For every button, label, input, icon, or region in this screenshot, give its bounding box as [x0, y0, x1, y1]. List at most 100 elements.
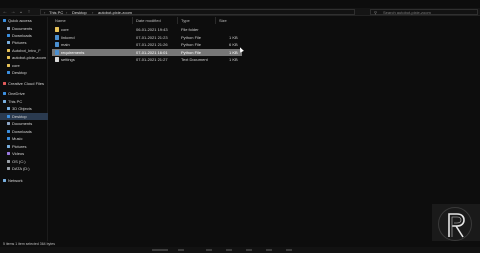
sidebar-item-label: Videos — [12, 151, 25, 156]
window-top-strip — [0, 0, 480, 8]
breadcrumb-current-folder[interactable]: autobot-pixie-zoom — [98, 10, 132, 15]
file-row[interactable]: main 07-01-2021 21:26 Python File 6 KB — [52, 41, 242, 48]
back-icon[interactable]: ← — [2, 9, 8, 15]
downloads-icon — [7, 34, 10, 37]
up-icon[interactable]: ↑ — [26, 9, 32, 15]
sidebar-item[interactable]: Pictures — [0, 143, 48, 150]
sidebar-item[interactable]: Desktop — [0, 69, 48, 76]
sidebar-item[interactable]: Quick access — [0, 17, 48, 24]
sidebar-item[interactable]: core — [0, 62, 48, 69]
file-type: Python File — [181, 49, 202, 55]
drive-icon — [7, 160, 10, 163]
cloud-icon — [3, 82, 6, 85]
file-type: Text Document — [181, 57, 208, 62]
file-date: 07-01-2021 21:26 — [136, 42, 168, 47]
file-date: 07-01-2021 21:27 — [136, 57, 168, 62]
taskbar-app[interactable] — [178, 249, 184, 251]
sidebar-item-label: Pictures — [12, 144, 27, 149]
sidebar-item[interactable]: 3D Objects — [0, 105, 48, 112]
recent-locations-icon[interactable]: ⌄ — [18, 9, 24, 15]
breadcrumb-desktop[interactable]: Desktop — [72, 10, 87, 15]
sidebar-item[interactable]: This PC — [0, 98, 48, 105]
sidebar-item[interactable]: Desktop — [0, 113, 48, 120]
file-type: Python File — [181, 34, 202, 40]
sidebar-item-label: Creative Cloud Files — [8, 81, 45, 86]
folder-icon — [7, 64, 10, 67]
sidebar-item[interactable]: Music — [0, 135, 48, 142]
taskbar-app[interactable] — [152, 249, 168, 251]
file-list: Name Date modified Type Size core 06-01-2… — [49, 17, 480, 241]
sidebar-item[interactable]: Documents — [0, 120, 48, 127]
sidebar-item-label: Documents — [12, 121, 33, 126]
sidebar-item[interactable]: Videos — [0, 150, 48, 157]
sidebar-item[interactable]: Downloads — [0, 128, 48, 135]
sidebar-item[interactable]: DATA (D:) — [0, 165, 48, 172]
address-bar: ← → ⌄ ↑ › This PC › Desktop › autobot-pi… — [0, 8, 480, 16]
sidebar-item[interactable]: Creative Cloud Files — [0, 80, 48, 87]
taskbar-app[interactable] — [266, 249, 272, 251]
column-header-size[interactable]: Size — [219, 17, 227, 24]
file-size: 1 KB — [229, 49, 238, 55]
column-header-date[interactable]: Date modified — [136, 17, 161, 24]
column-header-name[interactable]: Name — [55, 17, 66, 24]
onedrive-icon — [3, 92, 6, 95]
file-name: settings — [61, 57, 75, 62]
sidebar-item[interactable]: Network — [0, 177, 48, 184]
taskbar — [0, 247, 480, 253]
documents-icon — [7, 122, 10, 125]
breadcrumb[interactable]: › This PC › Desktop › autobot-pixie-zoom — [40, 9, 355, 15]
file-row[interactable]: core 06-01-2021 19:43 File folder — [52, 26, 242, 33]
search-box[interactable]: ⚲ Search autobot-pixie-zoom — [370, 9, 478, 15]
file-row[interactable]: requirements 07-01-2021 16:01 Python File 1… — [52, 48, 242, 56]
taskbar-app[interactable] — [286, 249, 292, 251]
file-name: main — [61, 42, 70, 47]
forward-icon[interactable]: → — [10, 9, 16, 15]
column-divider[interactable] — [132, 17, 133, 24]
sidebar-item-label: OneDrive — [8, 91, 25, 96]
music-icon — [7, 137, 10, 140]
videos-icon — [7, 152, 10, 155]
python-file-icon — [55, 34, 59, 40]
sidebar-item[interactable]: OneDrive — [0, 90, 48, 97]
file-row[interactable]: settings 07-01-2021 21:27 Text Document 1 K… — [52, 56, 242, 63]
sidebar-item[interactable]: autobot-pixie-zoom — [0, 54, 48, 61]
folder-icon — [7, 71, 10, 74]
taskbar-app[interactable] — [206, 249, 212, 251]
file-size: 1 KB — [229, 34, 238, 40]
sidebar-item[interactable]: Documents — [0, 25, 48, 32]
text-file-icon — [55, 57, 59, 62]
file-date: 06-01-2021 19:43 — [136, 27, 168, 32]
taskbar-app[interactable] — [246, 249, 252, 251]
computer-icon — [3, 100, 6, 103]
navigation-pane: Quick access Documents Downloads Pictures Au… — [0, 17, 48, 241]
drive-icon — [7, 167, 10, 170]
sidebar-item[interactable]: Autobot_Intro_F — [0, 47, 48, 54]
sidebar-item[interactable]: Downloads — [0, 32, 48, 39]
chevron-right-icon: › — [44, 10, 46, 15]
star-icon — [3, 19, 6, 22]
column-header-type[interactable]: Type — [181, 17, 190, 24]
file-name: linkcmd — [61, 34, 75, 40]
network-icon — [3, 179, 6, 182]
taskbar-app[interactable] — [226, 249, 232, 251]
sidebar-item-label: Desktop — [12, 70, 27, 75]
sidebar-item-label: Autobot_Intro_F — [12, 48, 41, 53]
file-date: 07-01-2021 16:01 — [136, 49, 168, 55]
search-placeholder: Search autobot-pixie-zoom — [383, 10, 431, 15]
folder-icon — [7, 49, 10, 52]
breadcrumb-this-pc[interactable]: This PC — [49, 10, 63, 15]
chevron-right-icon: › — [92, 10, 94, 15]
column-divider[interactable] — [215, 17, 216, 24]
pictures-icon — [7, 41, 10, 44]
logo-letter-r-icon — [448, 213, 465, 238]
file-row[interactable]: linkcmd 07-01-2021 21:23 Python File 1 KB — [52, 34, 242, 41]
sidebar-item-label: 3D Objects — [12, 106, 32, 111]
file-date: 07-01-2021 21:23 — [136, 34, 168, 40]
watermark-logo — [432, 204, 480, 244]
3d-objects-icon — [7, 107, 10, 110]
sidebar-item[interactable]: Pictures — [0, 39, 48, 46]
sidebar-item-label: Pictures — [12, 40, 27, 45]
python-file-icon — [55, 49, 59, 55]
column-divider[interactable] — [177, 17, 178, 24]
sidebar-item[interactable]: OS (C:) — [0, 158, 48, 165]
